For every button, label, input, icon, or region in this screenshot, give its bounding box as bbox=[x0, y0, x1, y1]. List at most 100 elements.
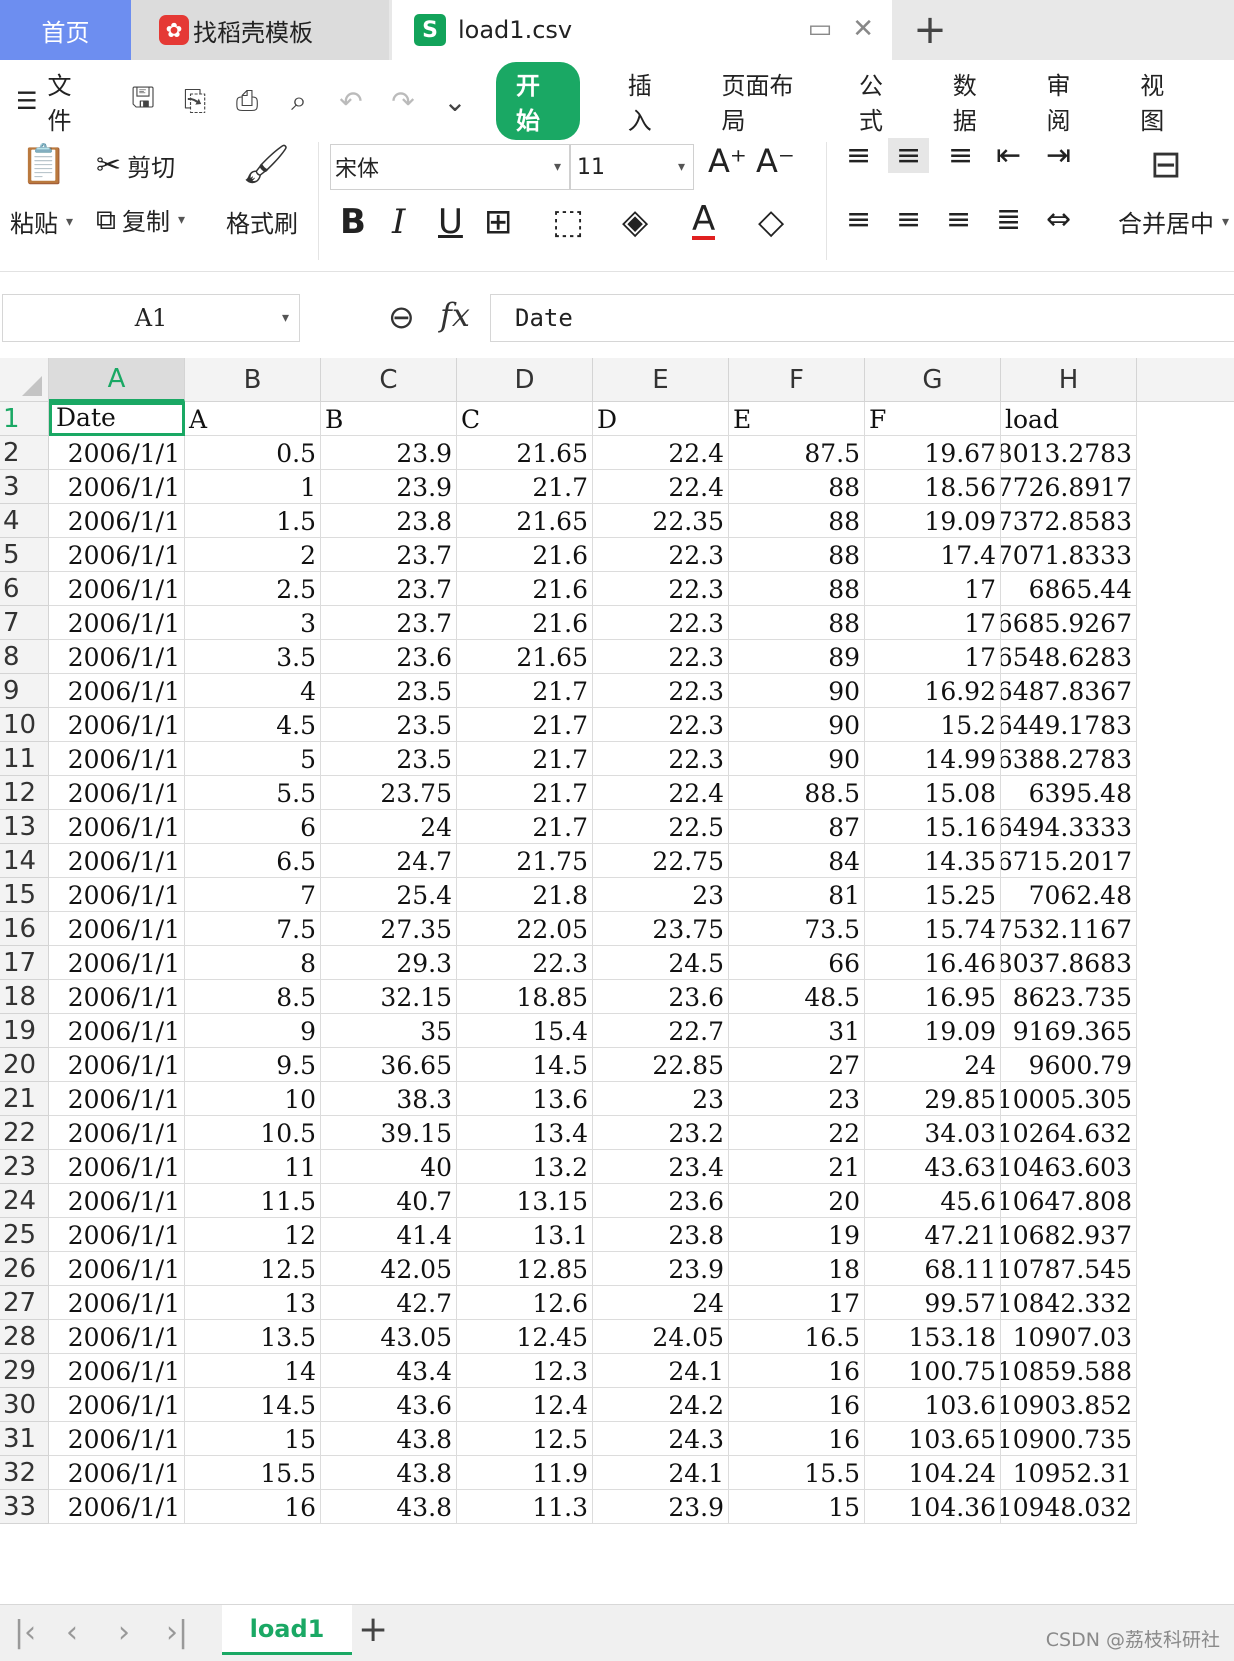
clear-format-icon[interactable]: ◇ bbox=[758, 202, 784, 242]
menu-tab-insert[interactable]: 插入 bbox=[628, 66, 672, 136]
table-cell[interactable]: 10787.545 bbox=[1001, 1252, 1137, 1286]
table-cell[interactable]: 23.9 bbox=[593, 1252, 729, 1286]
table-cell[interactable]: 2006/1/1 bbox=[49, 1354, 185, 1388]
table-cell[interactable]: 2006/1/1 bbox=[49, 980, 185, 1014]
table-cell[interactable]: 7372.8583 bbox=[1001, 504, 1137, 538]
table-cell[interactable]: 15.4 bbox=[457, 1014, 593, 1048]
table-cell[interactable]: 103.6 bbox=[865, 1388, 1001, 1422]
table-cell[interactable]: 24.05 bbox=[593, 1320, 729, 1354]
table-cell[interactable]: 2006/1/1 bbox=[49, 504, 185, 538]
formula-input[interactable]: Date bbox=[490, 294, 1234, 342]
table-cell[interactable]: 24.3 bbox=[593, 1422, 729, 1456]
underline-icon[interactable]: U bbox=[438, 202, 463, 242]
table-cell[interactable]: 10.5 bbox=[185, 1116, 321, 1150]
table-cell[interactable]: 8.5 bbox=[185, 980, 321, 1014]
file-menu[interactable]: ☰ 文件 bbox=[16, 66, 92, 136]
column-header-h[interactable]: H bbox=[1001, 358, 1137, 402]
table-cell[interactable]: 14.35 bbox=[865, 844, 1001, 878]
table-cell[interactable]: 23.8 bbox=[593, 1218, 729, 1252]
table-cell[interactable]: 1.5 bbox=[185, 504, 321, 538]
table-cell[interactable]: 11.3 bbox=[457, 1490, 593, 1524]
name-box[interactable]: A1 ▾ bbox=[2, 294, 300, 342]
table-cell[interactable]: 15.5 bbox=[729, 1456, 865, 1490]
table-cell[interactable]: 23 bbox=[593, 1082, 729, 1116]
table-cell[interactable]: 20 bbox=[729, 1184, 865, 1218]
increase-indent-icon[interactable]: ⇥ bbox=[1046, 138, 1071, 173]
table-cell[interactable]: 23.7 bbox=[321, 572, 457, 606]
table-cell[interactable]: 4 bbox=[185, 674, 321, 708]
align-left-icon[interactable]: ≡ bbox=[846, 202, 871, 237]
table-cell[interactable]: 48.5 bbox=[729, 980, 865, 1014]
table-cell[interactable]: 12.3 bbox=[457, 1354, 593, 1388]
table-cell[interactable]: 16.5 bbox=[729, 1320, 865, 1354]
float-window-icon[interactable]: ▭ bbox=[808, 14, 833, 44]
table-cell[interactable]: 2006/1/1 bbox=[49, 1082, 185, 1116]
table-cell[interactable]: 22.35 bbox=[593, 504, 729, 538]
table-cell[interactable]: 7726.8917 bbox=[1001, 470, 1137, 504]
table-cell[interactable]: 2006/1/1 bbox=[49, 1456, 185, 1490]
spreadsheet-grid[interactable]: ABCDEFGH 1 Date A B C D E Fload 2 2006/1/1 0.5 23.9… bbox=[0, 358, 1234, 1608]
table-cell[interactable]: 16.95 bbox=[865, 980, 1001, 1014]
table-cell[interactable]: 1 bbox=[185, 470, 321, 504]
table-cell[interactable]: 11.5 bbox=[185, 1184, 321, 1218]
header-cell[interactable]: A bbox=[185, 402, 321, 436]
row-header[interactable]: 13 bbox=[0, 810, 49, 844]
table-cell[interactable]: 14.5 bbox=[185, 1388, 321, 1422]
table-cell[interactable]: 15.5 bbox=[185, 1456, 321, 1490]
table-cell[interactable]: 5.5 bbox=[185, 776, 321, 810]
table-cell[interactable]: 7062.48 bbox=[1001, 878, 1137, 912]
table-cell[interactable]: 89 bbox=[729, 640, 865, 674]
table-cell[interactable]: 2006/1/1 bbox=[49, 1218, 185, 1252]
table-cell[interactable]: 23.8 bbox=[321, 504, 457, 538]
insert-function-icon[interactable]: fx bbox=[440, 296, 470, 334]
increase-font-icon[interactable]: A⁺ bbox=[708, 142, 747, 180]
table-cell[interactable]: 8 bbox=[185, 946, 321, 980]
table-cell[interactable]: 88 bbox=[729, 606, 865, 640]
column-header-d[interactable]: D bbox=[457, 358, 593, 402]
table-cell[interactable]: 23 bbox=[729, 1082, 865, 1116]
header-cell[interactable]: D bbox=[593, 402, 729, 436]
table-cell[interactable]: 13.4 bbox=[457, 1116, 593, 1150]
table-cell[interactable]: 21.7 bbox=[457, 674, 593, 708]
row-header[interactable]: 14 bbox=[0, 844, 49, 878]
table-cell[interactable]: 3 bbox=[185, 606, 321, 640]
table-cell[interactable]: 12.45 bbox=[457, 1320, 593, 1354]
table-cell[interactable]: 23.6 bbox=[593, 1184, 729, 1218]
table-cell[interactable]: 23.4 bbox=[593, 1150, 729, 1184]
table-cell[interactable]: 32.15 bbox=[321, 980, 457, 1014]
table-cell[interactable]: 38.3 bbox=[321, 1082, 457, 1116]
table-cell[interactable]: 90 bbox=[729, 742, 865, 776]
row-header[interactable]: 30 bbox=[0, 1388, 49, 1422]
table-cell[interactable]: 16 bbox=[729, 1354, 865, 1388]
table-cell[interactable]: 22.3 bbox=[593, 572, 729, 606]
header-cell[interactable]: F bbox=[865, 402, 1001, 436]
table-cell[interactable]: 23.5 bbox=[321, 742, 457, 776]
row-header[interactable]: 23 bbox=[0, 1150, 49, 1184]
table-cell[interactable]: 2006/1/1 bbox=[49, 1048, 185, 1082]
align-middle-icon[interactable]: ≡ bbox=[888, 138, 930, 173]
table-cell[interactable]: 8623.735 bbox=[1001, 980, 1137, 1014]
last-sheet-icon[interactable]: ›| bbox=[166, 1615, 188, 1650]
table-cell[interactable]: 12.5 bbox=[185, 1252, 321, 1286]
table-cell[interactable]: 10 bbox=[185, 1082, 321, 1116]
table-cell[interactable]: 6487.8367 bbox=[1001, 674, 1137, 708]
table-cell[interactable]: 10463.603 bbox=[1001, 1150, 1137, 1184]
row-header[interactable]: 9 bbox=[0, 674, 49, 708]
table-cell[interactable]: 15.74 bbox=[865, 912, 1001, 946]
table-cell[interactable]: 42.05 bbox=[321, 1252, 457, 1286]
table-cell[interactable]: 22.05 bbox=[457, 912, 593, 946]
table-cell[interactable]: 2006/1/1 bbox=[49, 1014, 185, 1048]
row-header[interactable]: 32 bbox=[0, 1456, 49, 1490]
table-cell[interactable]: 13.6 bbox=[457, 1082, 593, 1116]
table-cell[interactable]: 2006/1/1 bbox=[49, 640, 185, 674]
cut-button[interactable]: ✂ 剪切 bbox=[96, 148, 175, 183]
table-cell[interactable]: 9169.365 bbox=[1001, 1014, 1137, 1048]
table-cell[interactable]: 84 bbox=[729, 844, 865, 878]
table-cell[interactable]: 104.36 bbox=[865, 1490, 1001, 1524]
table-cell[interactable]: 43.6 bbox=[321, 1388, 457, 1422]
table-cell[interactable]: 5 bbox=[185, 742, 321, 776]
table-cell[interactable]: 6715.2017 bbox=[1001, 844, 1137, 878]
menu-tab-page-layout[interactable]: 页面布局 bbox=[722, 66, 810, 136]
table-cell[interactable]: 24 bbox=[865, 1048, 1001, 1082]
table-cell[interactable]: 22.3 bbox=[457, 946, 593, 980]
